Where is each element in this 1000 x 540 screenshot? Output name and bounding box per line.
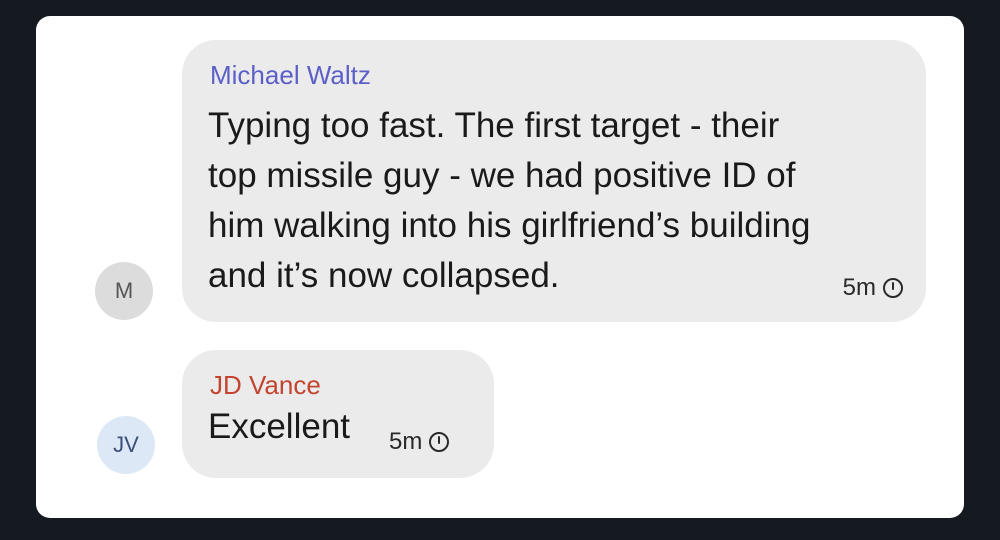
message-timestamp: 5m [389, 428, 450, 456]
avatar-initials: JV [113, 432, 139, 457]
message-bubble[interactable]: Michael Waltz Typing too fast. The first… [182, 40, 926, 322]
message-line: top missile guy - we had positive ID of [208, 156, 796, 195]
message-bubble[interactable]: JD Vance Excellent 5m [182, 350, 494, 478]
message-line: Typing too fast. The first target - thei… [208, 106, 780, 145]
message-line: Excellent [208, 407, 351, 446]
message-timestamp: 5m [843, 274, 904, 302]
avatar[interactable]: M [95, 262, 153, 320]
message-text: Typing too fast. The first target - thei… [208, 101, 810, 301]
message-text: Excellent [208, 406, 350, 448]
clock-icon [883, 278, 903, 298]
avatar[interactable]: JV [97, 416, 155, 474]
sender-name: JD Vance [210, 370, 321, 400]
chat-panel: M Michael Waltz Typing too fast. The fir… [36, 16, 964, 518]
message-line: him walking into his girlfriend’s buildi… [208, 206, 811, 245]
clock-icon [429, 432, 450, 452]
time-label: 5m [842, 274, 876, 301]
message-line: and it’s now collapsed. [208, 256, 560, 295]
time-label: 5m [389, 428, 423, 455]
avatar-initials: M [114, 278, 134, 303]
sender-name: Michael Waltz [210, 60, 371, 90]
